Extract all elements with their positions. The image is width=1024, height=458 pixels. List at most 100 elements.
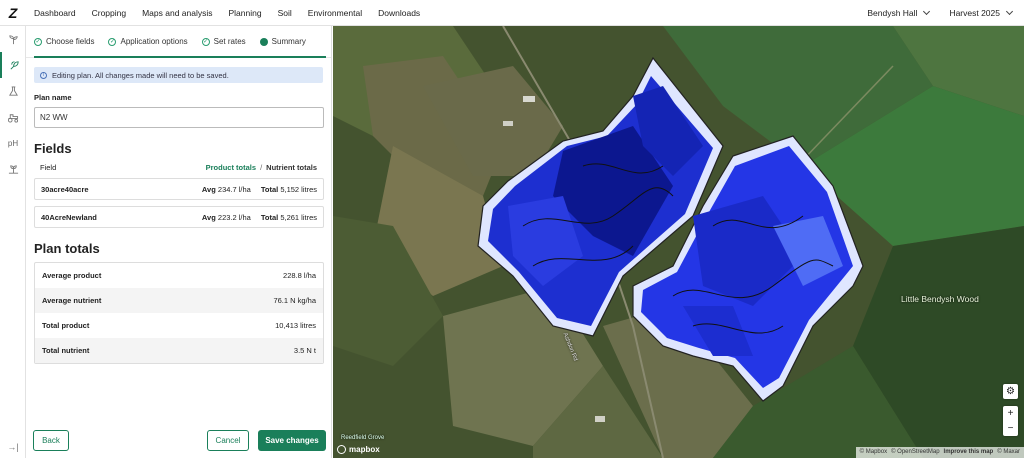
place-label: Little Bendysh Wood bbox=[901, 294, 979, 304]
nav-dashboard[interactable]: Dashboard bbox=[34, 8, 76, 18]
chevron-down-icon bbox=[1005, 7, 1014, 16]
totals-toggle: Product totals / Nutrient totals bbox=[206, 163, 317, 172]
wizard-steps: ✓ Choose fields ✓ Application options ✓ Set… bbox=[26, 26, 331, 58]
harvest-selector-label: Harvest 2025 bbox=[949, 8, 1000, 18]
poi-label: Reedfield Grove bbox=[341, 435, 385, 441]
totals-value: 10,413 litres bbox=[275, 321, 316, 330]
main-nav: Dashboard Cropping Maps and analysis Pla… bbox=[34, 8, 420, 18]
totals-label: Average product bbox=[42, 271, 102, 280]
fields-table-header: Field Product totals / Nutrient totals bbox=[34, 163, 323, 172]
total-value: 5,152 litres bbox=[280, 184, 317, 194]
toggle-separator: / bbox=[260, 163, 263, 172]
ph-icon[interactable]: pH bbox=[0, 130, 26, 156]
attribution-mapbox[interactable]: © Mapbox bbox=[860, 449, 887, 456]
back-button[interactable]: Back bbox=[33, 430, 69, 451]
plan-summary-panel: ✓ Choose fields ✓ Application options ✓ Set… bbox=[26, 26, 332, 458]
total-label: Total bbox=[260, 184, 279, 194]
plan-name-input[interactable]: N2 WW bbox=[34, 107, 324, 128]
chevron-down-icon bbox=[923, 7, 931, 16]
save-changes-button[interactable]: Save changes bbox=[258, 430, 326, 451]
total-value: 5,261 litres bbox=[280, 212, 317, 222]
mapbox-logo[interactable]: mapbox bbox=[337, 445, 380, 454]
current-step-dot-icon bbox=[259, 37, 268, 46]
product-totals-toggle[interactable]: Product totals bbox=[206, 163, 256, 172]
check-circle-icon: ✓ bbox=[201, 37, 210, 46]
totals-value: 76.1 N kg/ha bbox=[273, 296, 316, 305]
zoom-controls: + − bbox=[1003, 406, 1018, 436]
nav-environmental[interactable]: Environmental bbox=[308, 8, 362, 18]
step-choose-fields[interactable]: ✓ Choose fields bbox=[34, 37, 94, 46]
totals-value: 3.5 N t bbox=[293, 346, 316, 355]
field-name: 30acre40acre bbox=[41, 184, 89, 194]
gear-icon[interactable]: ⚙ bbox=[1003, 384, 1018, 399]
farm-selector-label: Bendysh Hall bbox=[867, 8, 918, 18]
field-total: Total 5,152 litres bbox=[261, 185, 317, 194]
totals-row: Total product 10,413 litres bbox=[35, 313, 323, 338]
harvest-selector[interactable]: Harvest 2025 bbox=[949, 7, 1014, 18]
info-banner: i Editing plan. All changes made will ne… bbox=[34, 67, 323, 83]
plant-icon[interactable] bbox=[0, 156, 26, 182]
totals-row: Average product 228.8 l/ha bbox=[35, 263, 323, 288]
attribution-improve-map[interactable]: Improve this map bbox=[944, 449, 994, 456]
field-row[interactable]: 40AcreNewland Avg 223.2 l/ha Total 5,261… bbox=[34, 206, 324, 228]
zoom-out-button[interactable]: − bbox=[1003, 421, 1018, 436]
step-set-rates[interactable]: ✓ Set rates bbox=[201, 37, 246, 46]
top-navigation-bar: Z Dashboard Cropping Maps and analysis P… bbox=[0, 0, 1024, 26]
field-average: Avg 223.2 l/ha bbox=[202, 213, 251, 222]
mapbox-logo-icon bbox=[337, 445, 346, 454]
plan-totals-heading: Plan totals bbox=[34, 241, 100, 256]
avg-label: Avg bbox=[201, 184, 216, 194]
flask-icon[interactable] bbox=[0, 78, 26, 104]
info-banner-text: Editing plan. All changes made will need… bbox=[52, 70, 229, 80]
planning-icon[interactable] bbox=[0, 52, 26, 78]
totals-row: Total nutrient 3.5 N t bbox=[35, 338, 323, 363]
step-label: Summary bbox=[271, 37, 306, 46]
fields-heading: Fields bbox=[34, 141, 72, 156]
totals-row: Average nutrient 76.1 N kg/ha bbox=[35, 288, 323, 313]
map-attribution: © Mapbox © OpenStreetMap Improve this ma… bbox=[855, 447, 1024, 458]
totals-label: Total product bbox=[42, 321, 90, 330]
top-right-selectors: Bendysh Hall Harvest 2025 bbox=[867, 0, 1024, 26]
check-circle-icon: ✓ bbox=[108, 37, 117, 46]
nutrient-totals-toggle[interactable]: Nutrient totals bbox=[266, 163, 317, 172]
nav-soil[interactable]: Soil bbox=[278, 8, 292, 18]
step-label: Choose fields bbox=[46, 37, 95, 46]
crop-icon[interactable] bbox=[0, 26, 26, 52]
info-icon: i bbox=[40, 71, 47, 79]
avg-value: 223.2 l/ha bbox=[217, 212, 251, 222]
attribution-openstreetmap[interactable]: © OpenStreetMap bbox=[891, 449, 939, 456]
field-column-header: Field bbox=[40, 163, 57, 172]
nav-planning[interactable]: Planning bbox=[229, 8, 262, 18]
cancel-button[interactable]: Cancel bbox=[207, 430, 249, 451]
avg-label: Avg bbox=[201, 212, 216, 222]
app-logo[interactable]: Z bbox=[0, 0, 26, 26]
step-application-options[interactable]: ✓ Application options bbox=[108, 37, 188, 46]
mapbox-logo-text: mapbox bbox=[349, 445, 380, 454]
step-label: Application options bbox=[120, 37, 188, 46]
field-row[interactable]: 30acre40acre Avg 234.7 l/ha Total 5,152 … bbox=[34, 178, 324, 200]
totals-label: Average nutrient bbox=[42, 296, 102, 305]
check-circle-icon: ✓ bbox=[34, 37, 42, 46]
field-name: 40AcreNewland bbox=[41, 212, 97, 222]
nav-maps-and-analysis[interactable]: Maps and analysis bbox=[142, 8, 212, 18]
nav-cropping[interactable]: Cropping bbox=[92, 8, 127, 18]
steps-progress-underline bbox=[34, 56, 326, 58]
total-label: Total bbox=[260, 212, 279, 222]
field-average: Avg 234.7 l/ha bbox=[202, 185, 251, 194]
satellite-map-imagery bbox=[333, 26, 1024, 458]
totals-label: Total nutrient bbox=[42, 346, 90, 355]
tractor-icon[interactable] bbox=[0, 104, 26, 130]
attribution-maxar[interactable]: © Maxar bbox=[997, 449, 1020, 456]
step-label: Set rates bbox=[213, 37, 246, 46]
plan-name-label: Plan name bbox=[34, 93, 72, 102]
zoom-in-button[interactable]: + bbox=[1003, 406, 1018, 421]
map-settings-control: ⚙ bbox=[1003, 384, 1018, 399]
map-view[interactable]: Little Bendysh Wood Ashdon Rd Reedfield … bbox=[333, 26, 1024, 458]
avg-value: 234.7 l/ha bbox=[217, 184, 251, 194]
farm-selector[interactable]: Bendysh Hall bbox=[867, 7, 931, 18]
field-total: Total 5,261 litres bbox=[261, 213, 317, 222]
step-summary[interactable]: Summary bbox=[259, 37, 306, 46]
expand-sidebar-icon[interactable]: →| bbox=[0, 442, 26, 452]
totals-value: 228.8 l/ha bbox=[283, 271, 316, 280]
nav-downloads[interactable]: Downloads bbox=[378, 8, 420, 18]
